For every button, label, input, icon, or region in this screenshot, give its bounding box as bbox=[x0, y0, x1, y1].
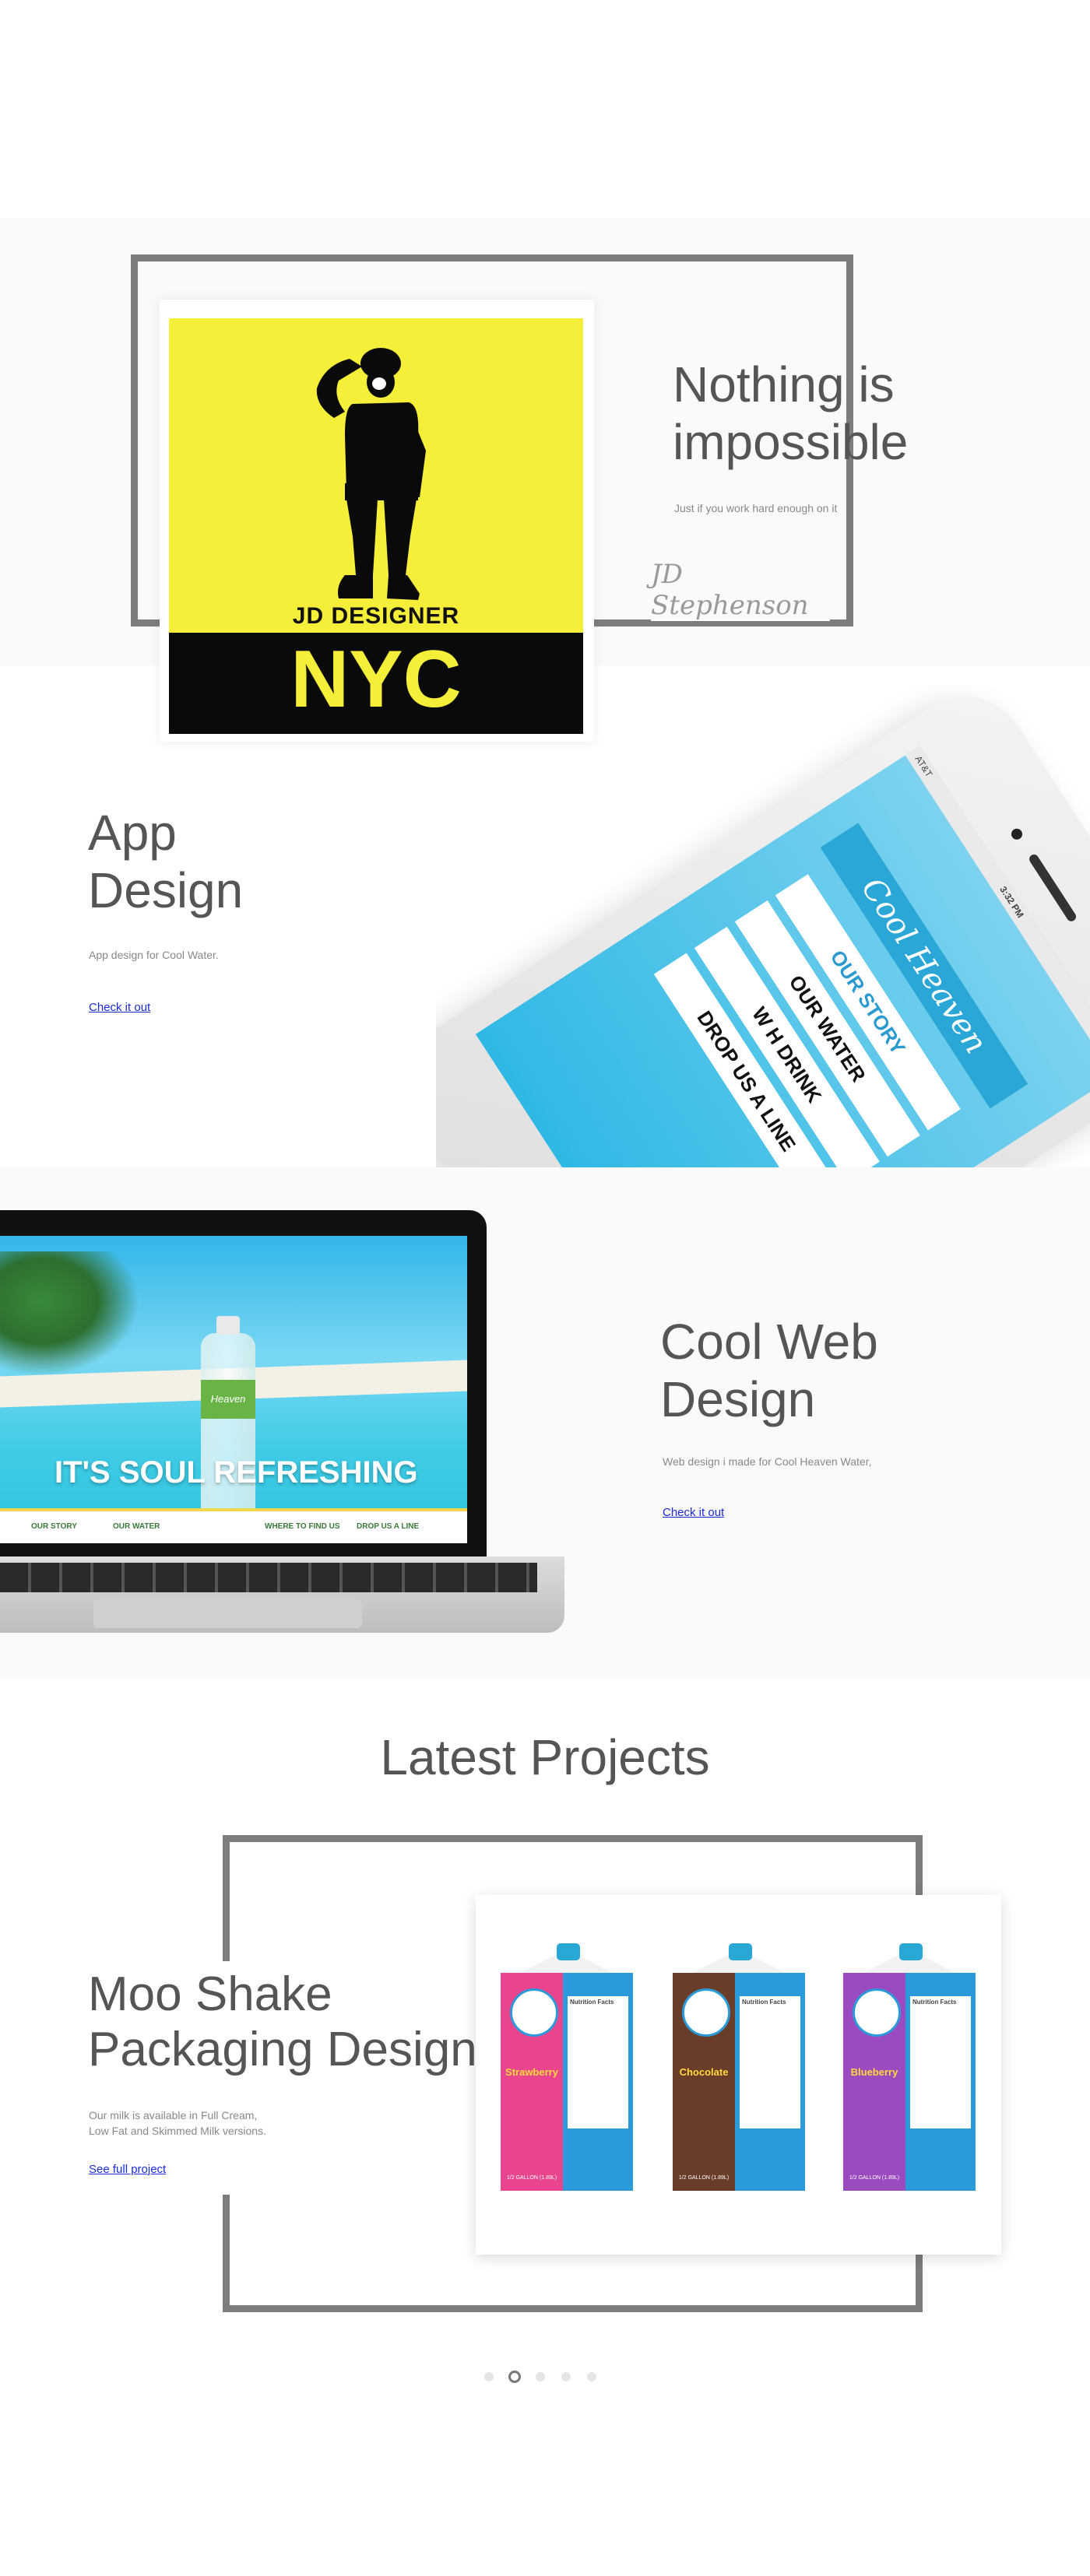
web-design-link[interactable]: Check it out bbox=[663, 1506, 724, 1519]
carton-volume: 1/2 GALLON (1.89L) bbox=[506, 2175, 557, 2181]
screen-nav-item[interactable]: OUR WATER bbox=[113, 1522, 160, 1531]
carton-facts-panel: Nutrition Facts bbox=[910, 1996, 971, 2129]
app-design-link[interactable]: Check it out bbox=[89, 1001, 150, 1014]
carton-cap bbox=[557, 1943, 580, 1960]
phone-device: AT&T 3:32 PM Cool Heaven OUR STORY OUR W… bbox=[436, 685, 1090, 1167]
latest-project-title: Moo Shake Packaging Design bbox=[88, 1967, 477, 2077]
screen-nav-item[interactable]: WHERE TO FIND US bbox=[265, 1522, 339, 1531]
milk-carton: Chocolate Nutrition Facts 1/2 GALLON (1.… bbox=[673, 1943, 805, 2191]
carton-mascot bbox=[853, 1988, 901, 2037]
phone-clip: AT&T 3:32 PM Cool Heaven OUR STORY OUR W… bbox=[436, 685, 1090, 1167]
hero-headline: Nothing is impossible bbox=[673, 356, 909, 470]
latest-projects-heading: Latest Projects bbox=[380, 1729, 710, 1785]
carton-mascot bbox=[682, 1988, 730, 2037]
see-full-project-link[interactable]: See full project bbox=[89, 2163, 166, 2176]
phone-screen: AT&T 3:32 PM Cool Heaven OUR STORY OUR W… bbox=[475, 746, 1090, 1167]
milk-carton: Strawberry Nutrition Facts 1/2 GALLON (1… bbox=[501, 1943, 633, 2191]
carton-flavor: Blueberry bbox=[850, 2066, 898, 2078]
pagination-dot[interactable] bbox=[484, 2372, 494, 2381]
carton-mascot bbox=[510, 1988, 558, 2037]
carton-flavor: Chocolate bbox=[679, 2066, 729, 2078]
phone-speaker bbox=[1027, 852, 1078, 924]
carton-facts-panel: Nutrition Facts bbox=[740, 1996, 800, 2129]
carrier-text: AT&T bbox=[912, 753, 935, 780]
screen-nav-bar: OUR STORY OUR WATER WHERE TO FIND US DRO… bbox=[0, 1508, 467, 1543]
laptop-screen: Heaven IT'S SOUL REFRESHING OUR STORY OU… bbox=[0, 1236, 467, 1543]
time-text: 3:32 PM bbox=[997, 884, 1026, 920]
web-design-description: Web design i made for Cool Heaven Water, bbox=[663, 1455, 872, 1468]
app-design-title: App Design bbox=[88, 805, 244, 918]
carton-volume: 1/2 GALLON (1.89L) bbox=[849, 2175, 900, 2181]
soldier-silhouette-icon bbox=[316, 348, 426, 600]
logo-card: JD DESIGNER NYC bbox=[160, 300, 594, 742]
screen-nav-item[interactable]: DROP US A LINE bbox=[357, 1522, 419, 1531]
laptop-lid: Heaven IT'S SOUL REFRESHING OUR STORY OU… bbox=[0, 1210, 487, 1556]
logo-yellow bbox=[169, 318, 583, 633]
web-design-title: Cool Web Design bbox=[660, 1314, 878, 1427]
laptop-trackpad bbox=[93, 1599, 362, 1628]
carton-cap bbox=[899, 1943, 923, 1960]
milk-carton: Blueberry Nutrition Facts 1/2 GALLON (1.… bbox=[843, 1943, 976, 2191]
screen-nav-item[interactable]: OUR STORY bbox=[31, 1522, 77, 1531]
laptop-keyboard bbox=[0, 1563, 537, 1592]
laptop-base bbox=[0, 1556, 564, 1633]
hero-subtext: Just if you work hard enough on it bbox=[674, 502, 838, 514]
laptop: Heaven IT'S SOUL REFRESHING OUR STORY OU… bbox=[0, 1210, 568, 1662]
bottle-cap bbox=[216, 1316, 240, 1335]
carton-volume: 1/2 GALLON (1.89L) bbox=[678, 2175, 730, 2181]
pagination-dot[interactable] bbox=[561, 2372, 571, 2381]
pagination-dot[interactable] bbox=[536, 2372, 545, 2381]
carton-facts-panel: Nutrition Facts bbox=[568, 1996, 628, 2129]
palm-trees bbox=[0, 1251, 140, 1376]
carton-flavor: Strawberry bbox=[505, 2066, 558, 2078]
pagination-dot[interactable] bbox=[508, 2371, 521, 2383]
logo-line1: JD DESIGNER bbox=[292, 603, 460, 629]
screen-headline: IT'S SOUL REFRESHING bbox=[54, 1455, 418, 1490]
app-design-description: App design for Cool Water. bbox=[89, 949, 219, 961]
hero-signature: JD Stephenson bbox=[651, 559, 830, 621]
latest-project-description: Our milk is available in Full Cream, Low… bbox=[89, 2109, 266, 2137]
pagination-dot[interactable] bbox=[587, 2372, 596, 2381]
carton-cap bbox=[729, 1943, 752, 1960]
phone-camera bbox=[1009, 826, 1025, 842]
bottle-label: Heaven bbox=[201, 1380, 255, 1419]
